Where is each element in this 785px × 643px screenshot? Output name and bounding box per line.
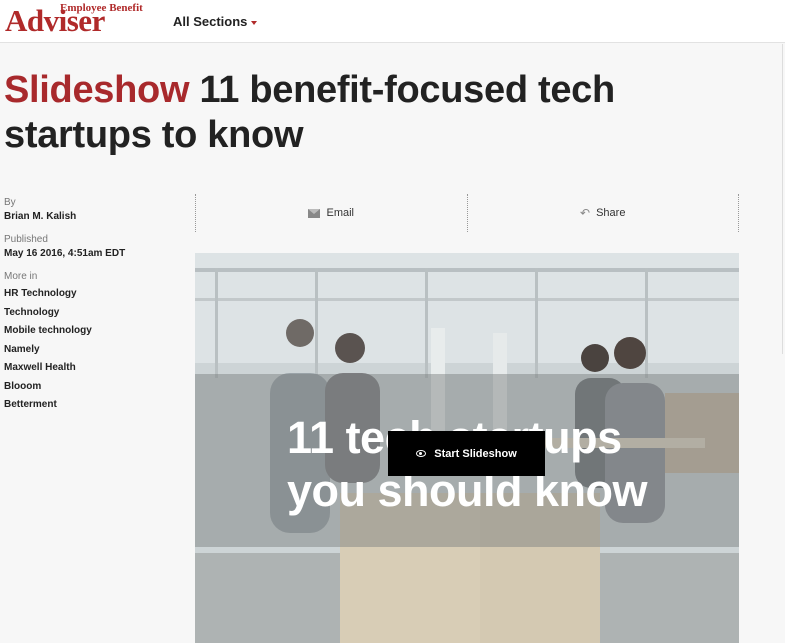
all-sections-menu[interactable]: All Sections (173, 14, 258, 29)
topic-link[interactable]: Blooom (4, 378, 174, 397)
published-label: Published (4, 234, 48, 245)
topic-link[interactable]: HR Technology (4, 285, 174, 304)
all-sections-label: All Sections (173, 14, 248, 29)
author-link[interactable]: Brian M. Kalish (4, 211, 174, 222)
topic-list: HR Technology Technology Mobile technolo… (4, 285, 174, 415)
share-bar: Email ↶ Share (195, 194, 739, 232)
site-header: Employee Benefit Adviser All Sections (0, 0, 785, 43)
topic-link[interactable]: Maxwell Health (4, 359, 174, 378)
more-in-label: More in (4, 271, 38, 282)
reply-arrow-icon: ↶ (580, 206, 591, 220)
by-label: By (4, 197, 16, 208)
topic-link[interactable]: Namely (4, 341, 174, 360)
eye-icon (416, 450, 427, 457)
share-label: Share (596, 207, 626, 219)
published-info: Published May 16 2016, 4:51am EDT (4, 234, 174, 259)
more-in: More in HR Technology Technology Mobile … (4, 271, 174, 415)
topic-link[interactable]: Betterment (4, 396, 174, 415)
article-meta: By Brian M. Kalish Published May 16 2016… (4, 197, 174, 427)
page-title: Slideshow 11 benefit-focused tech startu… (4, 68, 704, 158)
email-label: Email (326, 207, 354, 219)
start-slideshow-label: Start Slideshow (434, 447, 517, 460)
logo-main-text: Adviser (5, 3, 105, 38)
envelope-icon (308, 208, 321, 218)
slideshow-hero-image[interactable]: 11 tech startups you should know Start S… (195, 253, 739, 643)
topic-link[interactable]: Mobile technology (4, 322, 174, 341)
published-date: May 16 2016, 4:51am EDT (4, 248, 126, 259)
topic-link[interactable]: Technology (4, 304, 174, 323)
share-button[interactable]: ↶ Share (466, 194, 739, 232)
caret-down-icon (251, 20, 258, 25)
start-slideshow-button[interactable]: Start Slideshow (388, 431, 545, 476)
email-button[interactable]: Email (195, 194, 467, 232)
site-logo[interactable]: Employee Benefit Adviser (5, 2, 146, 38)
title-kicker: Slideshow (4, 69, 190, 111)
byline: By Brian M. Kalish (4, 197, 174, 222)
